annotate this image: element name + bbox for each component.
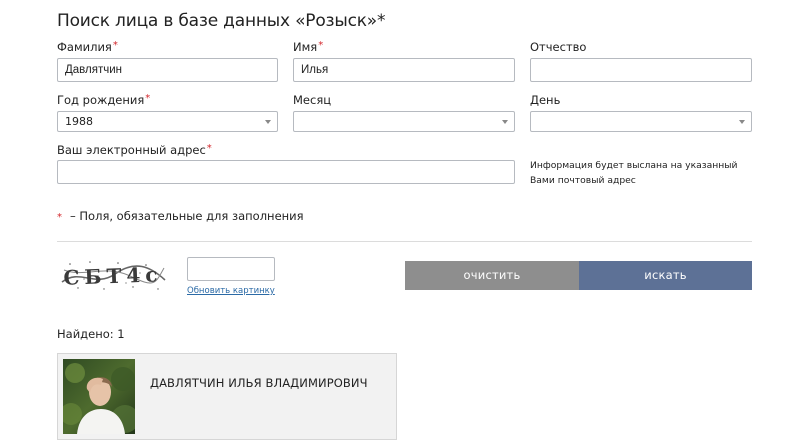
birth-year-select[interactable]: 1988 <box>57 111 278 132</box>
surname-field[interactable] <box>57 58 278 82</box>
page-title: Поиск лица в базе данных «Розыск»* <box>57 11 386 31</box>
chevron-down-icon <box>739 120 745 124</box>
month-select[interactable] <box>293 111 515 132</box>
clear-button[interactable]: очистить <box>405 261 579 290</box>
required-star: * <box>57 212 62 223</box>
divider <box>57 241 752 242</box>
day-label: День <box>530 93 561 107</box>
surname-label: Фамилия* <box>57 40 118 54</box>
result-card[interactable]: ДАВЛЯТЧИН ИЛЬЯ ВЛАДИМИРОВИЧ <box>57 353 397 440</box>
refresh-captcha-link[interactable]: Обновить картинку <box>187 286 275 296</box>
day-select[interactable] <box>530 111 752 132</box>
birth-year-label: Год рождения* <box>57 93 150 107</box>
month-label: Месяц <box>293 93 332 107</box>
required-star: * <box>318 40 324 51</box>
found-count: Найдено: 1 <box>57 327 125 341</box>
required-note-text: – Поля, обязательные для заполнения <box>70 209 304 223</box>
required-star: * <box>206 143 212 154</box>
patronymic-field[interactable] <box>530 58 752 82</box>
captcha-image: CБT4c <box>60 256 167 294</box>
patronymic-label: Отчество <box>530 40 587 54</box>
captcha-text: CБT4c <box>63 262 163 289</box>
email-label: Ваш электронный адрес* <box>57 143 212 157</box>
email-hint: Информация будет выслана на указанный Ва… <box>530 160 738 186</box>
chevron-down-icon <box>265 120 271 124</box>
surname-label-text: Фамилия <box>57 40 112 54</box>
email-field[interactable] <box>57 160 515 184</box>
name-label: Имя* <box>293 40 323 54</box>
required-note: * – Поля, обязательные для заполнения <box>57 209 304 223</box>
name-field[interactable] <box>293 58 515 82</box>
required-star: * <box>145 93 151 104</box>
chevron-down-icon <box>502 120 508 124</box>
birth-year-value: 1988 <box>65 115 93 128</box>
captcha-input[interactable] <box>187 257 275 281</box>
required-star: * <box>112 40 118 51</box>
name-label-text: Имя <box>293 40 318 54</box>
result-name: ДАВЛЯТЧИН ИЛЬЯ ВЛАДИМИРОВИЧ <box>150 376 368 390</box>
search-button[interactable]: искать <box>579 261 752 290</box>
email-label-text: Ваш электронный адрес <box>57 143 206 157</box>
person-photo <box>63 359 135 434</box>
birth-year-label-text: Год рождения <box>57 93 145 107</box>
